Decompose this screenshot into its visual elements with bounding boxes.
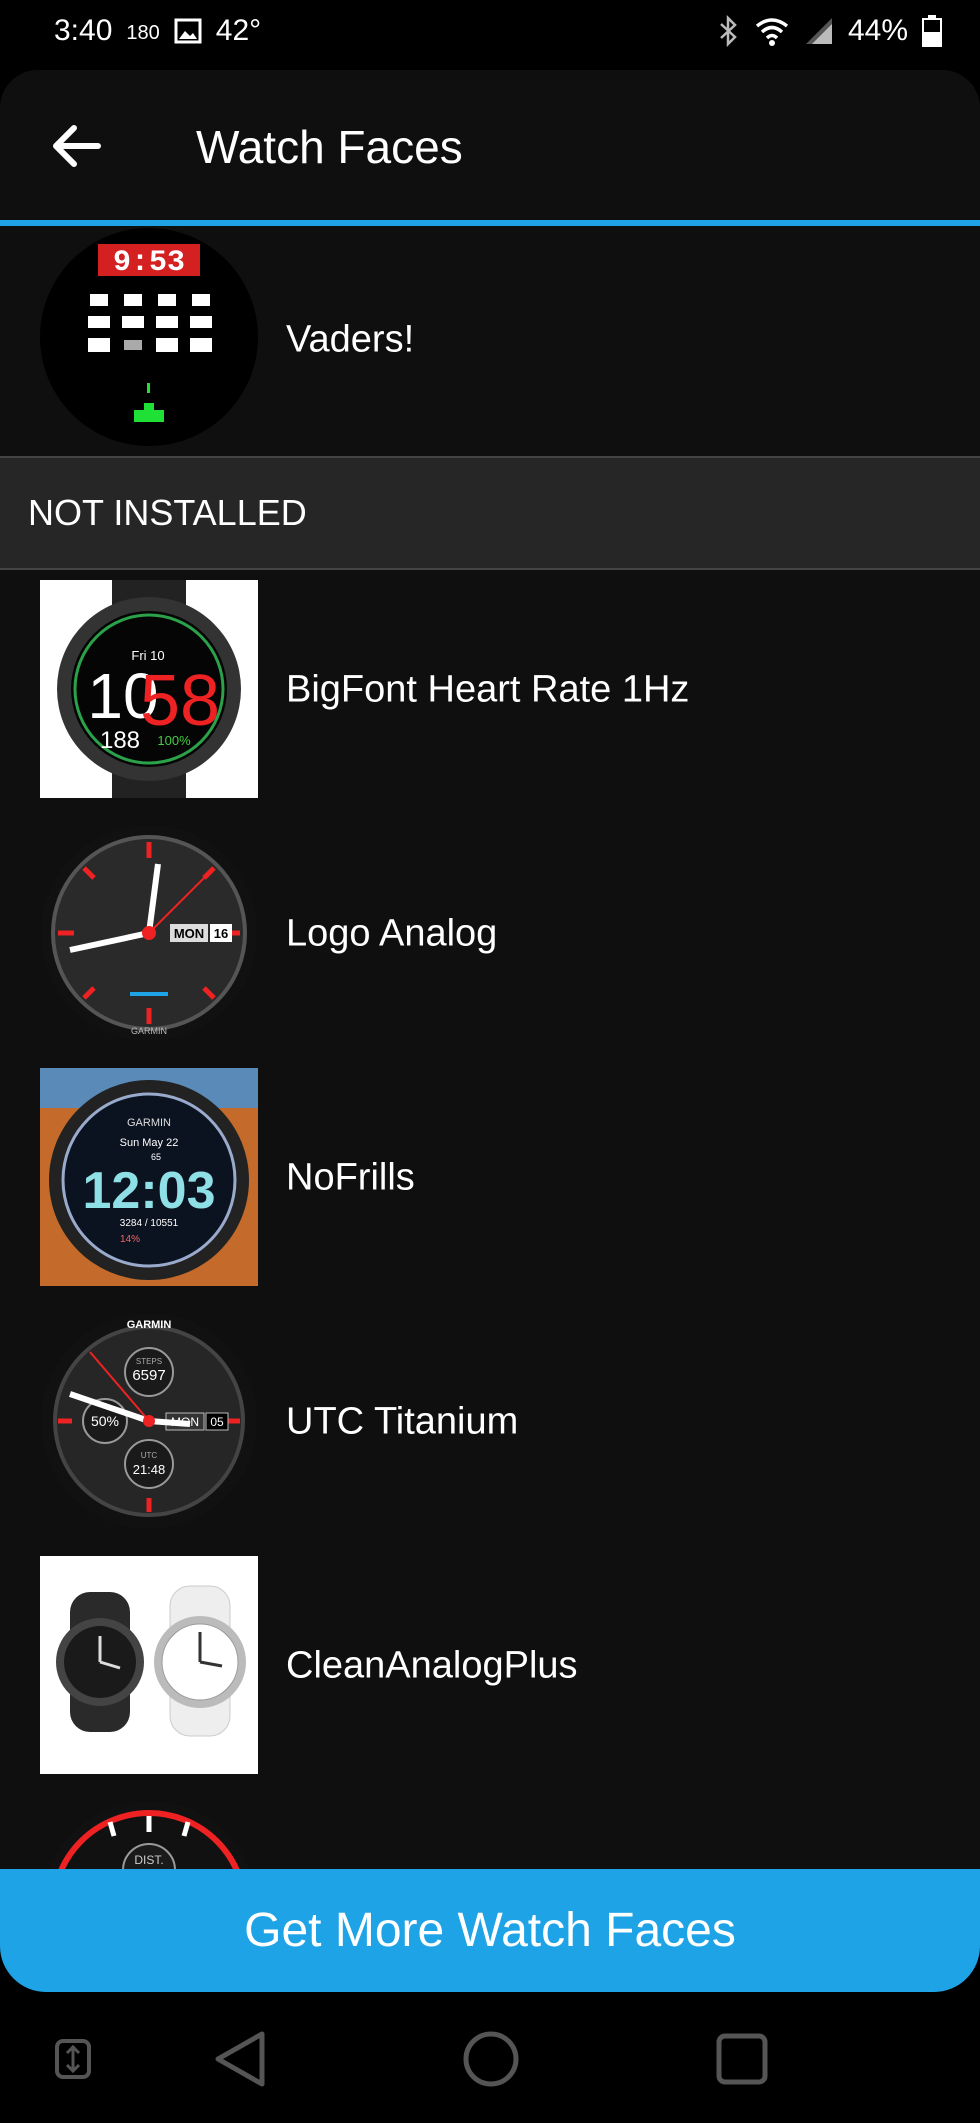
utc-utc-time: 21:48 [133, 1462, 166, 1477]
cta-label: Get More Watch Faces [244, 1904, 736, 1957]
section-header-not-installed: NOT INSTALLED [0, 456, 980, 570]
back-triangle-icon[interactable] [196, 2014, 286, 2104]
utc-steps: 6597 [132, 1367, 165, 1384]
page-title: Watch Faces [196, 121, 463, 173]
clean-analog-plus-thumbnail [40, 1556, 258, 1774]
partial-dist: DIST. [134, 1853, 163, 1867]
bigfont-pct: 100% [157, 733, 191, 748]
nofrills-brand: GARMIN [127, 1117, 171, 1129]
watch-face-row-bigfont[interactable]: Fri 10 10 58 188 100% BigFont Heart Rate… [0, 568, 980, 812]
partial-thumbnail: DIST. [40, 1800, 258, 1870]
vaders-thumbnail: 9:53 [40, 228, 258, 446]
signal-icon [805, 18, 832, 44]
logo-analog-date: 16 [214, 926, 228, 941]
nofrills-thumbnail: GARMIN Sun May 22 65 12:03 3284 / 10551 … [40, 1068, 258, 1286]
battery-icon [922, 15, 942, 47]
image-icon [174, 18, 202, 44]
status-time: 3:40 [54, 14, 113, 47]
section-label: NOT INSTALLED [28, 492, 307, 533]
nofrills-battery: 14% [120, 1234, 140, 1245]
status-right: 44% [718, 14, 942, 48]
utc-steps-label: STEPS [136, 1357, 162, 1366]
watch-face-row-logo-analog[interactable]: MON 16 GARMIN Logo Analog [0, 812, 980, 1056]
system-nav-bar [0, 1992, 980, 2123]
status-left: 3:40 180 42° [54, 14, 261, 48]
watch-face-row-nofrills[interactable]: GARMIN Sun May 22 65 12:03 3284 / 10551 … [0, 1056, 980, 1300]
status-bar: 3:40 180 42° 44% [0, 0, 980, 70]
nofrills-date: Sun May 22 [120, 1137, 179, 1149]
get-more-watch-faces-button[interactable]: Get More Watch Faces [0, 1869, 980, 1992]
watch-face-row-partial[interactable]: DIST. [0, 1788, 980, 1870]
app-bar: Watch Faces [0, 70, 980, 220]
logo-analog-day: MON [174, 926, 204, 941]
watch-face-row-vaders[interactable]: 9:53 Vaders! [0, 226, 980, 454]
swap-icon[interactable] [28, 2014, 118, 2104]
status-temp: 42° [215, 14, 262, 47]
battery-percent: 44% [847, 14, 908, 47]
utc-brand: GARMIN [127, 1319, 172, 1331]
watch-face-name: Logo Analog [286, 912, 498, 955]
wifi-icon [755, 18, 789, 46]
logo-analog-thumbnail: MON 16 GARMIN [40, 824, 258, 1042]
watch-face-row-utc-titanium[interactable]: GARMIN STEPS 6597 UTC 21:48 50% MON 05 U… [0, 1300, 980, 1544]
nofrills-time: 12:03 [83, 1162, 216, 1220]
recents-square-icon[interactable] [697, 2014, 787, 2104]
watch-face-name: NoFrills [286, 1156, 415, 1199]
logo-analog-brand: GARMIN [131, 1026, 167, 1036]
vaders-time: 9:53 [113, 246, 185, 280]
home-circle-icon[interactable] [446, 2014, 536, 2104]
watch-face-name: CleanAnalogPlus [286, 1644, 578, 1687]
status-extra: 180 [126, 21, 160, 44]
utc-titanium-thumbnail: GARMIN STEPS 6597 UTC 21:48 50% MON 05 [40, 1312, 258, 1530]
back-button[interactable] [46, 116, 106, 176]
bigfont-minute: 58 [140, 661, 220, 741]
bigfont-thumbnail: Fri 10 10 58 188 100% [40, 580, 258, 798]
arrow-left-icon [53, 125, 101, 167]
watch-face-name: UTC Titanium [286, 1400, 519, 1443]
nofrills-hr: 65 [151, 1152, 161, 1162]
watch-face-name: Vaders! [286, 318, 415, 361]
watch-face-name: BigFont Heart Rate 1Hz [286, 668, 690, 711]
utc-date: 05 [210, 1415, 224, 1429]
bluetooth-icon [720, 15, 737, 47]
utc-battery: 50% [91, 1413, 119, 1429]
bigfont-hr: 188 [100, 727, 140, 754]
nofrills-steps: 3284 / 10551 [120, 1218, 179, 1229]
utc-utc-label: UTC [141, 1451, 158, 1460]
watch-face-row-clean-analog-plus[interactable]: CleanAnalogPlus [0, 1544, 980, 1788]
app-panel: Watch Faces 9:53 Vaders! NOT INSTALLED F… [0, 70, 980, 1870]
